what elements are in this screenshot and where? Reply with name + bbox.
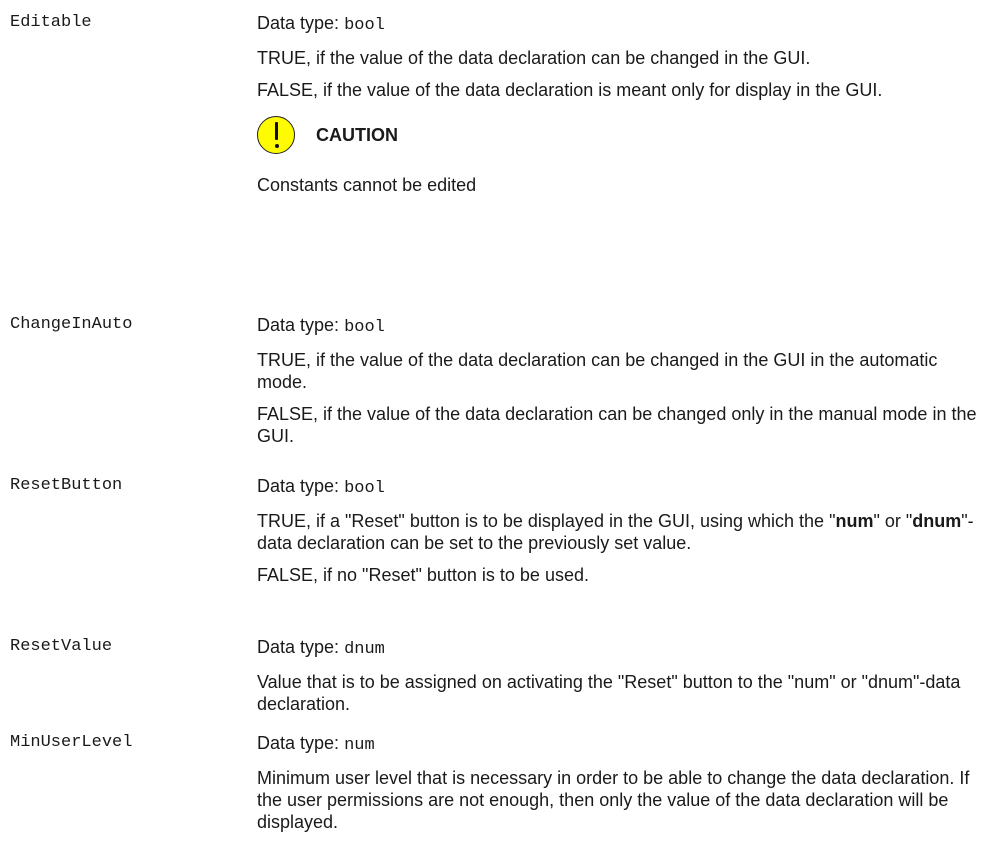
description-paragraph: TRUE, if the value of the data declarati… [257,48,811,68]
document-page: Editable Data type: bool TRUE, if the va… [0,0,1003,864]
datatype-value: bool [344,479,385,498]
datatype-line: Data type: bool [257,314,992,339]
datatype-label: Data type: [257,13,340,33]
entry-term: Editable [10,13,92,32]
entry-term: ChangeInAuto [10,315,133,334]
description-paragraph: FALSE, if the value of the data declarat… [257,80,883,100]
entry-term: MinUserLevel [10,733,133,752]
description-paragraph: Value that is to be assigned on activati… [257,672,961,714]
inline-code-num: num [835,511,874,531]
datatype-value: bool [344,16,385,35]
caution-title: CAUTION [316,125,398,145]
datatype-label: Data type: [257,733,340,753]
inline-code-dnum: dnum [912,511,962,531]
description-paragraph: FALSE, if no "Reset" button is to be use… [257,565,589,585]
datatype-value: num [344,736,375,755]
datatype-value: dnum [344,640,385,659]
description-paragraph: TRUE, if a "Reset" button is to be displ… [257,511,974,553]
entry-term: ResetValue [10,637,113,656]
caution-block: CAUTION [257,116,992,174]
entry-description: Data type: bool TRUE, if a "Reset" butto… [257,475,992,586]
entry-description: Data type: bool TRUE, if the value of th… [257,12,992,196]
datatype-line: Data type: bool [257,12,992,37]
caution-text: Constants cannot be edited [257,175,477,195]
entry-description: Data type: dnum Value that is to be assi… [257,636,992,715]
description-paragraph: FALSE, if the value of the data declarat… [257,404,977,446]
caution-exclamation-icon [257,116,295,154]
entry-description: Data type: bool TRUE, if the value of th… [257,314,992,447]
datatype-label: Data type: [257,476,340,496]
datatype-line: Data type: bool [257,475,992,500]
datatype-line: Data type: num [257,732,992,757]
datatype-label: Data type: [257,637,340,657]
description-paragraph: Minimum user level that is necessary in … [257,768,970,832]
datatype-value: bool [344,318,385,337]
datatype-label: Data type: [257,315,340,335]
entry-term: ResetButton [10,476,123,495]
entry-description: Data type: num Minimum user level that i… [257,732,992,833]
datatype-line: Data type: dnum [257,636,992,661]
description-paragraph: TRUE, if the value of the data declarati… [257,350,938,392]
